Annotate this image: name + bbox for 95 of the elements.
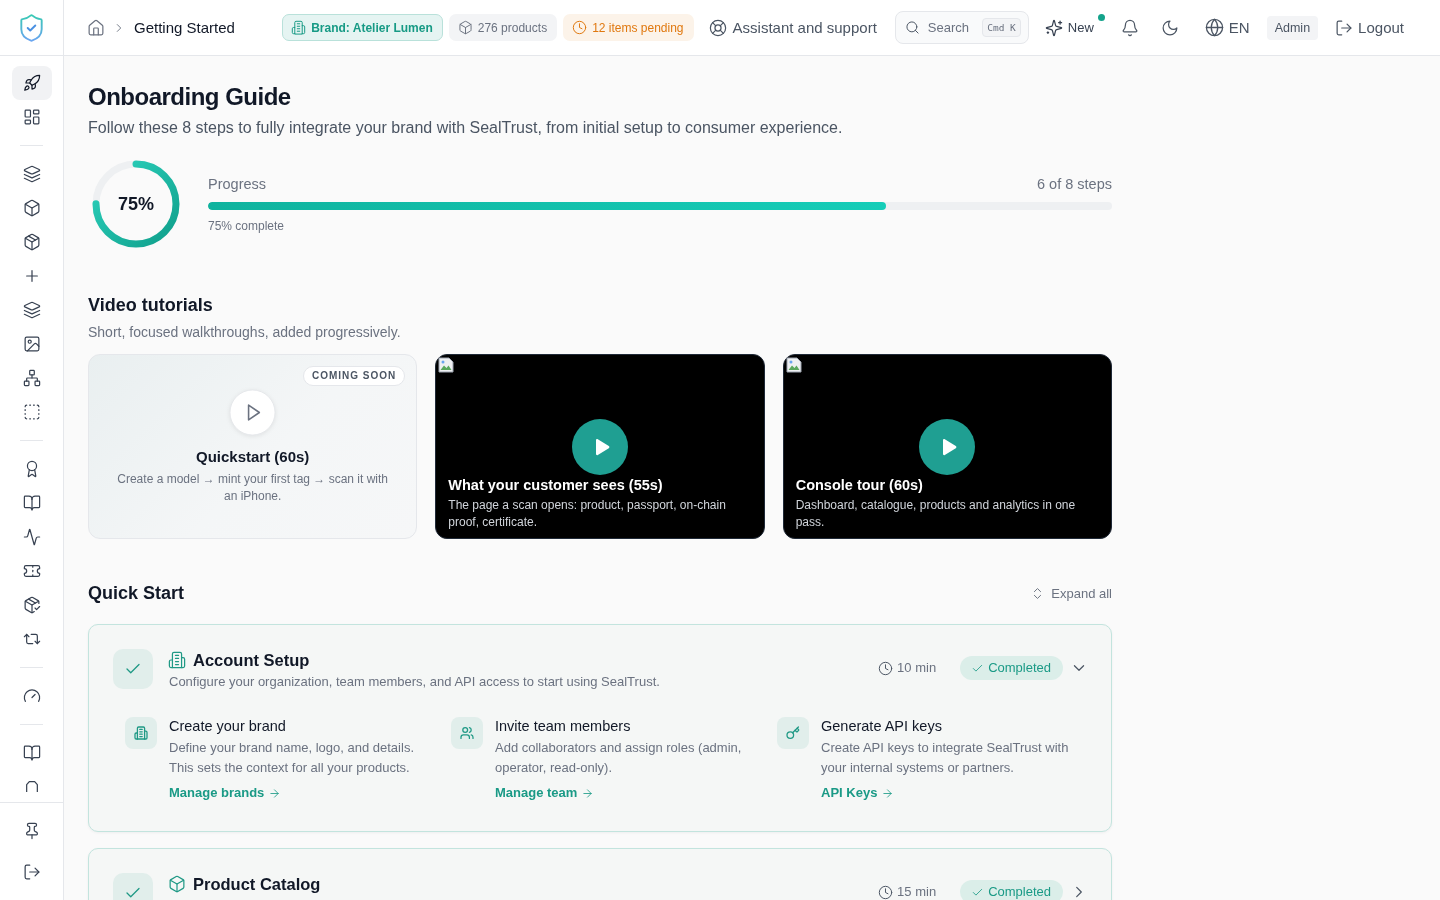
pending-items-badge[interactable]: 12 items pending bbox=[563, 14, 694, 41]
task-title: Invite team members bbox=[495, 717, 632, 736]
new-button[interactable]: New bbox=[1037, 13, 1106, 42]
play-icon bbox=[941, 437, 958, 456]
arrow-right-icon bbox=[882, 787, 894, 799]
product-count-badge[interactable]: 276 products bbox=[448, 14, 558, 41]
home-icon bbox=[88, 19, 104, 36]
brand-selector-badge[interactable]: Brand: Atelier Lumen bbox=[282, 14, 443, 41]
dashed-square-icon bbox=[24, 404, 40, 420]
language-button[interactable]: EN bbox=[1197, 13, 1258, 42]
page-title: Onboarding Guide bbox=[88, 82, 292, 112]
expand-all-button[interactable]: Expand all bbox=[1031, 585, 1112, 601]
cube-icon bbox=[169, 876, 185, 892]
check-icon bbox=[972, 662, 984, 674]
step-title: Product Catalog bbox=[193, 874, 321, 894]
video-description: The page a scan opens: product, passport, on-chain proof, certificate. bbox=[448, 497, 727, 531]
support-link[interactable]: Assistant and support bbox=[709, 19, 877, 36]
progress-percent: 75% bbox=[117, 193, 155, 215]
play-icon bbox=[229, 388, 277, 436]
cube-icon bbox=[458, 21, 472, 34]
search-icon bbox=[905, 21, 919, 34]
section-title: Quick Start bbox=[88, 582, 185, 605]
layers-icon bbox=[24, 302, 40, 318]
lifebuoy-icon bbox=[709, 19, 726, 36]
key-icon bbox=[777, 717, 809, 749]
logout-icon bbox=[24, 864, 40, 880]
broken-image-icon bbox=[438, 357, 455, 373]
cube-icon bbox=[24, 200, 40, 216]
open-book-icon bbox=[24, 495, 40, 511]
hierarchy-icon bbox=[24, 370, 40, 386]
logout-icon bbox=[1336, 19, 1353, 36]
task-link[interactable]: Manage brands bbox=[169, 783, 281, 803]
building-icon bbox=[292, 21, 306, 34]
task-title: Create your brand bbox=[169, 717, 287, 736]
breadcrumb-current: Getting Started bbox=[134, 19, 235, 36]
sparkles-icon bbox=[1045, 19, 1062, 36]
rocket-icon bbox=[24, 75, 40, 91]
image-icon bbox=[24, 336, 40, 352]
broken-image-icon bbox=[785, 357, 802, 373]
play-icon bbox=[594, 437, 610, 456]
keyboard-shortcut: Cmd K bbox=[982, 18, 1021, 37]
open-book-icon bbox=[24, 745, 40, 761]
package-icon bbox=[24, 234, 40, 250]
step-title: Account Setup bbox=[193, 650, 310, 670]
step-description: Configure your organization, team members, and API access to start using SealTrust. bbox=[169, 673, 661, 691]
role-badge: Admin bbox=[1266, 15, 1319, 40]
section-subtitle: Short, focused walkthroughs, added progressively. bbox=[88, 323, 402, 342]
globe-icon bbox=[1205, 19, 1223, 36]
clock-icon bbox=[879, 661, 893, 675]
task-description: Create API keys to integrate SealTrust with your internal systems or partners. bbox=[821, 739, 1070, 777]
ticket-icon bbox=[24, 563, 40, 579]
grid-icon bbox=[24, 109, 40, 125]
arrow-right-icon bbox=[582, 787, 594, 799]
building-icon bbox=[169, 652, 185, 668]
progress-caption: 75% complete bbox=[208, 218, 286, 234]
repeat-icon bbox=[24, 631, 40, 647]
users-icon bbox=[451, 717, 483, 749]
arrow-right-icon bbox=[269, 787, 281, 799]
logout-button[interactable]: Logout bbox=[1328, 13, 1412, 42]
progress-steps-count: 6 of 8 steps bbox=[1037, 175, 1112, 194]
pulse-line-icon bbox=[24, 529, 40, 545]
task-description: Add collaborators and assign roles (admin, operator, read-only). bbox=[495, 739, 743, 777]
video-description: Create a model → mint your first tag → scan it with an iPhone. bbox=[116, 470, 390, 505]
building-icon bbox=[125, 717, 157, 749]
page-subtitle: Follow these 8 steps to fully integrate your brand with SealTrust, from initial setup to consumer experience. bbox=[88, 118, 844, 138]
award-icon bbox=[24, 461, 40, 477]
task-description: Define your brand name, logo, and details. This sets the context for all your products. bbox=[169, 739, 415, 777]
status-label: Completed bbox=[988, 885, 1051, 899]
task-link[interactable]: Manage team bbox=[495, 783, 594, 803]
video-title: Quickstart (60s) bbox=[195, 446, 310, 467]
coming-soon-badge: COMING SOON bbox=[303, 366, 406, 386]
progress-label: Progress bbox=[208, 175, 267, 194]
layers-icon bbox=[24, 166, 40, 182]
bell-icon bbox=[1121, 19, 1138, 36]
gauge-icon bbox=[24, 688, 40, 704]
status-label: Completed bbox=[988, 661, 1051, 675]
shield-check-icon bbox=[20, 13, 43, 42]
check-icon bbox=[972, 886, 984, 898]
package-check-icon bbox=[24, 597, 40, 613]
section-title: Video tutorials bbox=[88, 294, 214, 317]
task-title: Generate API keys bbox=[821, 717, 943, 736]
duration-label: 15 min bbox=[897, 885, 937, 899]
clock-icon bbox=[879, 885, 893, 899]
plus-icon bbox=[24, 268, 40, 284]
clock-icon bbox=[573, 21, 587, 34]
video-title: What your customer sees (55s) bbox=[448, 476, 664, 495]
moon-icon bbox=[1161, 19, 1178, 36]
home-link[interactable] bbox=[88, 19, 104, 36]
sidebar-nav-button[interactable] bbox=[12, 66, 52, 100]
duration-label: 10 min bbox=[897, 661, 937, 675]
pin-icon bbox=[24, 823, 40, 839]
arch-icon bbox=[24, 779, 40, 792]
video-description: Dashboard, catalogue, products and analytics in one pass. bbox=[795, 497, 1077, 531]
task-link[interactable]: API Keys bbox=[821, 783, 894, 803]
video-title: Console tour (60s) bbox=[795, 476, 924, 495]
